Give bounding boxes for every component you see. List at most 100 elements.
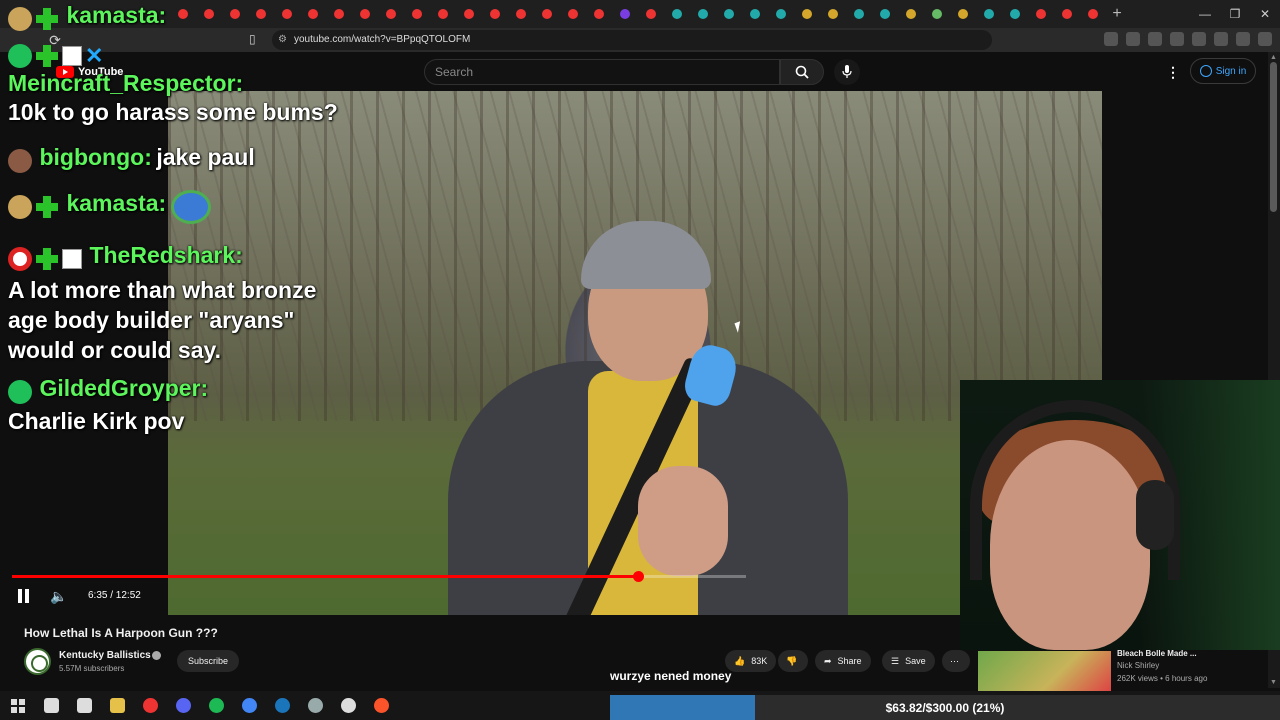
browser-tab[interactable] <box>352 0 378 28</box>
chat-username: GildedGroyper: <box>39 375 209 401</box>
spotify-icon[interactable] <box>204 694 228 718</box>
chrome-icon[interactable] <box>237 694 261 718</box>
pokeball-badge-icon <box>8 246 32 271</box>
extension-icon[interactable] <box>1126 32 1140 46</box>
browser-tab[interactable] <box>1054 0 1080 28</box>
browser-tab[interactable] <box>456 0 482 28</box>
task-view-icon[interactable] <box>72 694 96 718</box>
search-button[interactable] <box>780 59 824 85</box>
bookmark-icon[interactable]: ▯ <box>249 32 261 48</box>
url-field[interactable]: ⚙ youtube.com/watch?v=BPpqQTOLOFM <box>272 30 992 50</box>
presenter-hand <box>638 466 728 576</box>
browser-tab[interactable] <box>586 0 612 28</box>
extension-icon[interactable] <box>1214 32 1228 46</box>
search-icon[interactable] <box>39 694 63 718</box>
scrollbar-thumb[interactable] <box>1270 62 1277 212</box>
like-button[interactable]: 👍 83K <box>725 650 777 672</box>
extension-icon[interactable] <box>1192 32 1206 46</box>
browser-tab[interactable] <box>170 0 196 28</box>
tab-favicon-icon <box>802 9 812 19</box>
address-bar: ⟳ ▯ ⚙ youtube.com/watch?v=BPpqQTOLOFM <box>0 28 1280 52</box>
app-icon[interactable] <box>336 694 360 718</box>
browser-tab[interactable] <box>248 0 274 28</box>
extension-icon[interactable] <box>1170 32 1184 46</box>
site-info-icon[interactable]: ⚙ <box>278 30 287 50</box>
scroll-up-icon[interactable]: ▲ <box>1270 54 1277 61</box>
browser-tab[interactable] <box>300 0 326 28</box>
sign-in-button[interactable]: Sign in <box>1190 58 1256 84</box>
browser-tab[interactable] <box>872 0 898 28</box>
more-actions-button[interactable]: ⋯ <box>942 650 970 672</box>
browser-tab[interactable] <box>976 0 1002 28</box>
pause-icon[interactable] <box>17 589 31 603</box>
search-input[interactable]: Search <box>424 59 780 85</box>
browser-tab[interactable] <box>222 0 248 28</box>
browser-tab[interactable] <box>846 0 872 28</box>
recommended-thumbnail[interactable] <box>978 651 1111 691</box>
app-icon[interactable] <box>303 694 327 718</box>
channel-avatar[interactable] <box>24 648 51 675</box>
share-label: Share <box>837 656 862 666</box>
start-icon[interactable] <box>6 694 30 718</box>
progress-scrubber[interactable] <box>632 571 644 582</box>
file-explorer-icon[interactable] <box>105 694 129 718</box>
progress-played <box>12 575 638 578</box>
steam-icon[interactable] <box>270 694 294 718</box>
share-button[interactable]: ➦ Share <box>815 650 871 672</box>
browser-tab[interactable] <box>482 0 508 28</box>
minimize-icon[interactable]: — <box>1190 0 1220 28</box>
more-options-icon[interactable]: ⋮ <box>1166 64 1180 81</box>
video-progress-bar[interactable] <box>12 571 746 582</box>
browser-tab[interactable] <box>716 0 742 28</box>
recommended-video[interactable]: Bleach Bolle Made ... Nick Shirley 262K … <box>978 649 1268 691</box>
browser-tab[interactable] <box>924 0 950 28</box>
browser-tab[interactable] <box>794 0 820 28</box>
dislike-button[interactable]: 👎 <box>778 650 808 672</box>
browser-tab[interactable] <box>898 0 924 28</box>
browser-tab[interactable] <box>1028 0 1054 28</box>
browser-tab[interactable] <box>1080 0 1106 28</box>
browser-tab[interactable] <box>430 0 456 28</box>
volume-icon[interactable]: 🔈 <box>50 589 68 603</box>
tab-favicon-icon <box>360 9 370 19</box>
brave-icon[interactable] <box>369 694 393 718</box>
image-badge-icon <box>62 248 82 269</box>
tab-favicon-icon <box>906 9 916 19</box>
browser-tab[interactable] <box>690 0 716 28</box>
browser-tab[interactable] <box>612 0 638 28</box>
browser-tab[interactable] <box>508 0 534 28</box>
browser-tab[interactable] <box>820 0 846 28</box>
app-icon[interactable] <box>138 694 162 718</box>
extension-icon[interactable] <box>1236 32 1250 46</box>
subscribe-button[interactable]: Subscribe <box>177 650 239 672</box>
extension-icon[interactable] <box>1148 32 1162 46</box>
save-button[interactable]: ☰ Save <box>882 650 935 672</box>
browser-tab[interactable] <box>664 0 690 28</box>
recommended-title[interactable]: Bleach Bolle Made ... <box>1117 649 1197 658</box>
extension-icon[interactable] <box>1104 32 1118 46</box>
menu-icon[interactable] <box>1258 32 1272 46</box>
browser-tab[interactable] <box>950 0 976 28</box>
new-tab-icon[interactable]: + <box>1106 0 1128 28</box>
chat-message: kamasta: <box>8 190 214 224</box>
restore-icon[interactable]: ❐ <box>1220 0 1250 28</box>
scroll-down-icon[interactable]: ▼ <box>1270 679 1277 686</box>
tab-favicon-icon <box>204 9 214 19</box>
browser-tab[interactable] <box>1002 0 1028 28</box>
browser-tab[interactable] <box>196 0 222 28</box>
browser-tab[interactable] <box>326 0 352 28</box>
browser-tab[interactable] <box>378 0 404 28</box>
browser-tab[interactable] <box>534 0 560 28</box>
browser-tab[interactable] <box>274 0 300 28</box>
taskbar-glyph <box>373 698 389 713</box>
streamer-webcam <box>960 380 1280 650</box>
browser-tab[interactable] <box>638 0 664 28</box>
browser-tab[interactable] <box>768 0 794 28</box>
browser-tab[interactable] <box>404 0 430 28</box>
voice-search-button[interactable] <box>834 59 860 85</box>
channel-name[interactable]: Kentucky Ballistics <box>59 650 151 661</box>
discord-icon[interactable] <box>171 694 195 718</box>
browser-tab[interactable] <box>742 0 768 28</box>
close-icon[interactable]: ✕ <box>1250 0 1280 28</box>
browser-tab[interactable] <box>560 0 586 28</box>
